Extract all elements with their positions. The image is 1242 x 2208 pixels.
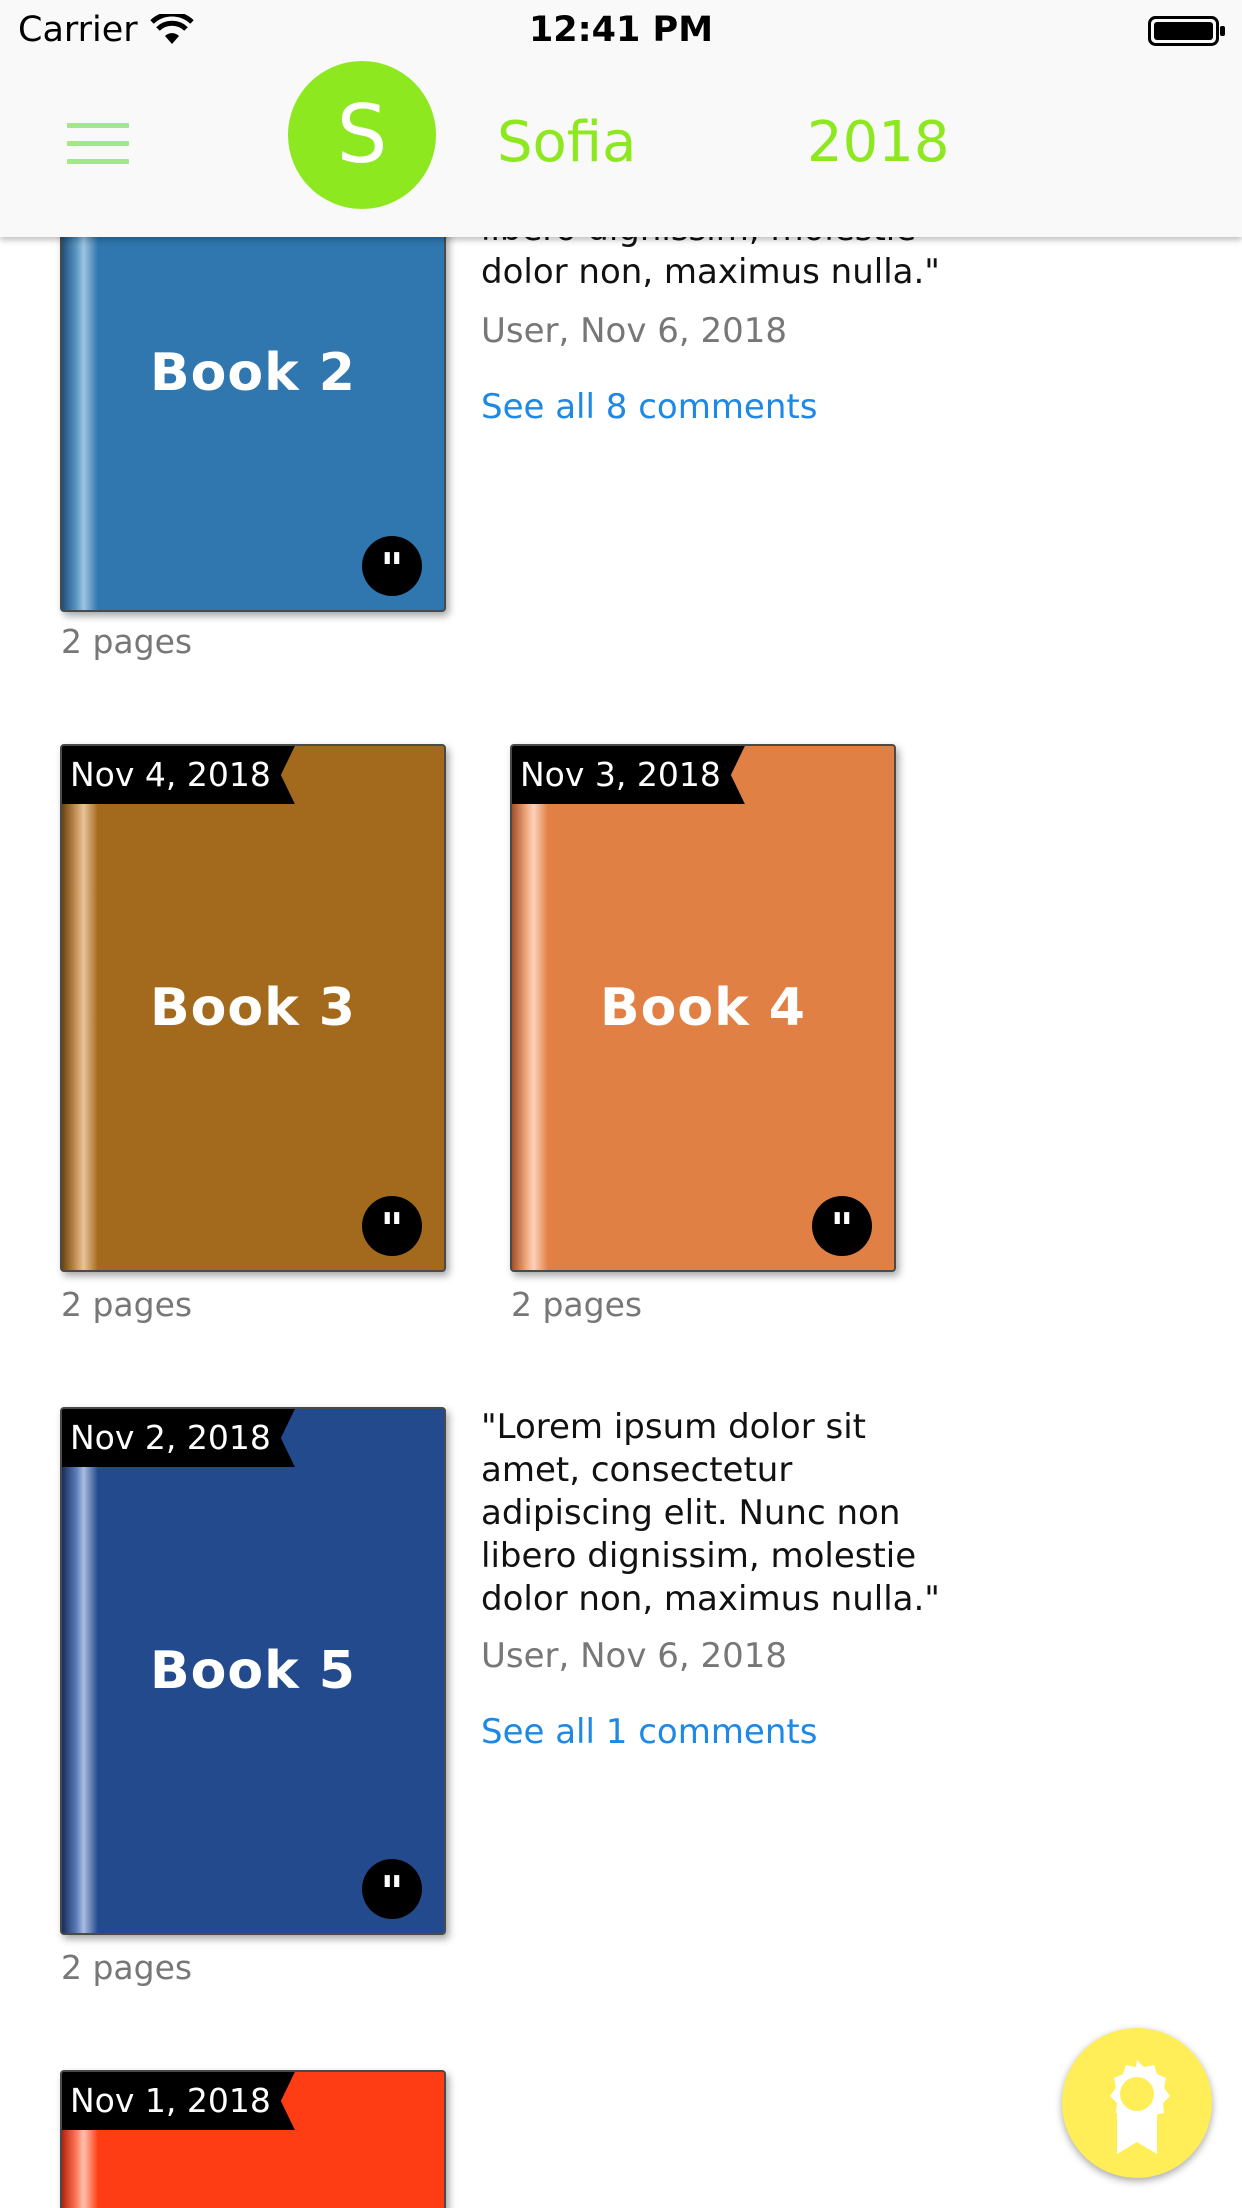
menu-button[interactable]: [58, 110, 138, 180]
quote-icon[interactable]: ": [812, 1196, 872, 1256]
award-ribbon-icon: [1110, 2060, 1170, 2154]
page-count: 2 pages: [61, 1285, 193, 1324]
book-title: Book 4: [600, 978, 806, 1038]
date-ribbon: Nov 2, 2018: [62, 1409, 295, 1467]
avatar[interactable]: S: [288, 61, 436, 209]
page-count: 2 pages: [61, 622, 193, 661]
quote-icon[interactable]: ": [362, 536, 422, 596]
quote-icon[interactable]: ": [362, 1196, 422, 1256]
date-ribbon: Nov 1, 2018: [62, 2072, 295, 2130]
awards-fab-button[interactable]: [1062, 2028, 1212, 2178]
status-bar: Carrier 12:41 PM: [0, 0, 1242, 60]
battery-icon: [1148, 16, 1225, 46]
svg-text:": ": [831, 1204, 854, 1255]
username[interactable]: Sofia: [497, 98, 636, 188]
comment-author-date: User, Nov 6, 2018: [481, 1636, 788, 1676]
date-ribbon: Nov 4, 2018: [62, 746, 295, 804]
page-count: 2 pages: [61, 1948, 193, 1987]
hamburger-menu-icon: [67, 123, 129, 128]
clock: 12:41 PM: [528, 10, 714, 50]
hamburger-menu-icon: [67, 159, 129, 164]
book-title: Book 3: [150, 978, 356, 1038]
book-title: Book 5: [150, 1641, 356, 1701]
svg-text:": ": [381, 1204, 404, 1255]
svg-text:": ": [381, 544, 404, 595]
see-all-comments-link[interactable]: See all 8 comments: [481, 387, 817, 427]
see-all-comments-link[interactable]: See all 1 comments: [481, 1712, 817, 1752]
quote-icon[interactable]: ": [362, 1859, 422, 1919]
date-ribbon: Nov 3, 2018: [512, 746, 745, 804]
book-cover-4[interactable]: Book 4 Nov 3, 2018 ": [510, 744, 896, 1272]
book-cover-5[interactable]: Book 5 Nov 2, 2018 ": [60, 1407, 446, 1935]
book-list: Book 2 " 2 pages libero dignissim, moles…: [0, 0, 1242, 2208]
book-cover-6[interactable]: Nov 1, 2018: [60, 2070, 446, 2208]
book-cover-3[interactable]: Book 3 Nov 4, 2018 ": [60, 744, 446, 1272]
svg-text:": ": [381, 1867, 404, 1918]
hamburger-menu-icon: [67, 141, 129, 146]
year-selector[interactable]: 2018: [807, 98, 950, 188]
page-count: 2 pages: [511, 1285, 643, 1324]
comment-author-date: User, Nov 6, 2018: [481, 311, 788, 351]
comment-quote-text: "Lorem ipsum dolor sit amet, consectetur…: [481, 1407, 940, 1619]
app-bar: S Sofia 2018: [0, 60, 1242, 237]
